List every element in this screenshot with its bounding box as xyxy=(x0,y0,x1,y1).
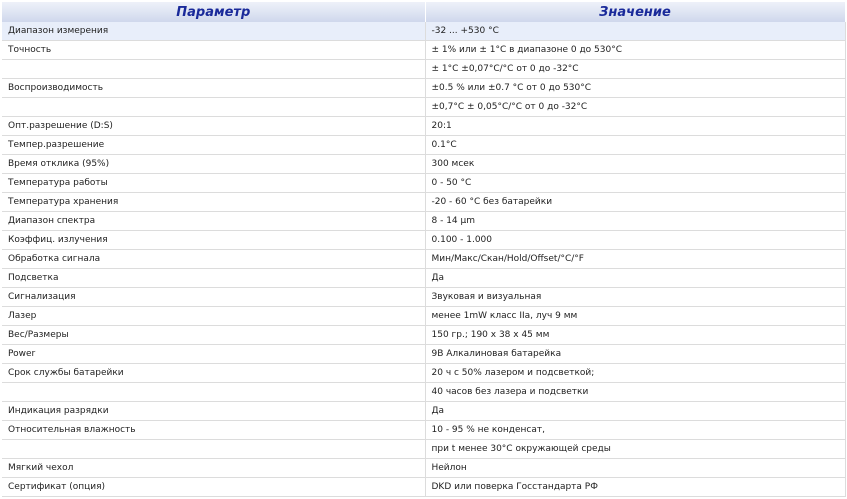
table-row: Время отклика (95%) 300 мсек xyxy=(2,154,846,174)
value-cell: 150 гр.; 190 x 38 x 45 мм xyxy=(425,325,846,345)
table-row: Температура работы 0 - 50 °C xyxy=(2,173,846,193)
param-cell: Лазер xyxy=(2,306,426,326)
value-cell: Мин/Макс/Скан/Hold/Offset/°C/°F xyxy=(425,249,846,269)
table-row: Опт.разрешение (D:S) 20:1 xyxy=(2,116,846,136)
param-cell: Температура хранения xyxy=(2,192,426,212)
value-cell: 40 часов без лазера и подсветки xyxy=(425,382,846,402)
value-cell: Нейлон xyxy=(425,458,846,478)
table-row: Обработка сигнала Мин/Макс/Скан/Hold/Offs… xyxy=(2,249,846,269)
value-cell: Да xyxy=(425,268,846,288)
param-cell: Мягкий чехол xyxy=(2,458,426,478)
value-cell: 300 мсек xyxy=(425,154,846,174)
param-cell: Диапазон спектра xyxy=(2,211,426,231)
table-row: Точность ± 1% или ± 1°C в диапазоне 0 до … xyxy=(2,40,846,60)
value-cell: DKD или поверка Госстандарта РФ xyxy=(425,477,846,497)
param-cell: Диапазон измерения xyxy=(2,22,426,41)
table-header: Параметр Значение xyxy=(2,2,846,22)
param-cell: Подсветка xyxy=(2,268,426,288)
value-cell: при t менее 30°C окружающей среды xyxy=(425,439,846,459)
value-cell: менее 1mW класс IIa, луч 9 мм xyxy=(425,306,846,326)
table-row: Темпер.разрешение 0.1°C xyxy=(2,135,846,155)
table-row: Диапазон измерения -32 ... +530 °C xyxy=(2,22,846,41)
param-cell xyxy=(2,439,426,459)
param-cell: Коэффиц. излучения xyxy=(2,230,426,250)
table-row: при t менее 30°C окружающей среды xyxy=(2,439,846,459)
param-cell: Темпер.разрешение xyxy=(2,135,426,155)
value-cell: 20:1 xyxy=(425,116,846,136)
param-cell: Сертификат (опция) xyxy=(2,477,426,497)
param-cell: Точность xyxy=(2,40,426,60)
param-cell xyxy=(2,382,426,402)
param-cell: Сигнализация xyxy=(2,287,426,307)
param-cell: Индикация разрядки xyxy=(2,401,426,421)
param-cell xyxy=(2,97,426,117)
table-row: Температура хранения -20 - 60 °C без бата… xyxy=(2,192,846,212)
value-cell: Звуковая и визуальная xyxy=(425,287,846,307)
value-cell: ± 1°C ±0,07°C/°C от 0 до -32°C xyxy=(425,59,846,79)
table-row: 40 часов без лазера и подсветки xyxy=(2,382,846,402)
table-body: Диапазон измерения -32 ... +530 °C Точност… xyxy=(2,22,846,497)
value-cell: 0.1°C xyxy=(425,135,846,155)
value-cell: 9В Алкалиновая батарейка xyxy=(425,344,846,364)
table-row: ±0,7°C ± 0,05°C/°C от 0 до -32°C xyxy=(2,97,846,117)
value-cell: -32 ... +530 °C xyxy=(425,22,846,41)
param-cell: Опт.разрешение (D:S) xyxy=(2,116,426,136)
param-cell: Срок службы батарейки xyxy=(2,363,426,383)
value-cell: 20 ч с 50% лазером и подсветкой; xyxy=(425,363,846,383)
value-cell: Да xyxy=(425,401,846,421)
value-cell: 8 - 14 µm xyxy=(425,211,846,231)
param-cell: Относительная влажность xyxy=(2,420,426,440)
header-value: Значение xyxy=(425,2,846,22)
value-cell: ± 1% или ± 1°C в диапазоне 0 до 530°C xyxy=(425,40,846,60)
table-row: Вес/Размеры 150 гр.; 190 x 38 x 45 мм xyxy=(2,325,846,345)
table-row: ± 1°C ±0,07°C/°C от 0 до -32°C xyxy=(2,59,846,79)
table-row: Лазер менее 1mW класс IIa, луч 9 мм xyxy=(2,306,846,326)
value-cell: 0 - 50 °C xyxy=(425,173,846,193)
table-row: Коэффиц. излучения 0.100 - 1.000 xyxy=(2,230,846,250)
value-cell: -20 - 60 °C без батарейки xyxy=(425,192,846,212)
table-row: Power 9В Алкалиновая батарейка xyxy=(2,344,846,364)
value-cell: 0.100 - 1.000 xyxy=(425,230,846,250)
table-row: Сигнализация Звуковая и визуальная xyxy=(2,287,846,307)
table-row: Подсветка Да xyxy=(2,268,846,288)
param-cell: Температура работы xyxy=(2,173,426,193)
table-row: Воспроизводимость ±0.5 % или ±0.7 °C от 0… xyxy=(2,78,846,98)
param-cell: Вес/Размеры xyxy=(2,325,426,345)
param-cell: Обработка сигнала xyxy=(2,249,426,269)
param-cell: Power xyxy=(2,344,426,364)
table-row: Относительная влажность 10 - 95 % не конд… xyxy=(2,420,846,440)
table-row: Диапазон спектра 8 - 14 µm xyxy=(2,211,846,231)
table-row: Срок службы батарейки 20 ч с 50% лазером … xyxy=(2,363,846,383)
header-row: Параметр Значение xyxy=(2,2,846,22)
spec-table: Параметр Значение Диапазон измерения -32 … xyxy=(2,2,846,497)
value-cell: ±0,7°C ± 0,05°C/°C от 0 до -32°C xyxy=(425,97,846,117)
table-row: Индикация разрядки Да xyxy=(2,401,846,421)
value-cell: 10 - 95 % не конденсат, xyxy=(425,420,846,440)
value-cell: ±0.5 % или ±0.7 °C от 0 до 530°C xyxy=(425,78,846,98)
param-cell xyxy=(2,59,426,79)
header-param: Параметр xyxy=(2,2,426,22)
param-cell: Время отклика (95%) xyxy=(2,154,426,174)
param-cell: Воспроизводимость xyxy=(2,78,426,98)
table-row: Сертификат (опция) DKD или поверка Госста… xyxy=(2,477,846,497)
table-row: Мягкий чехол Нейлон xyxy=(2,458,846,478)
